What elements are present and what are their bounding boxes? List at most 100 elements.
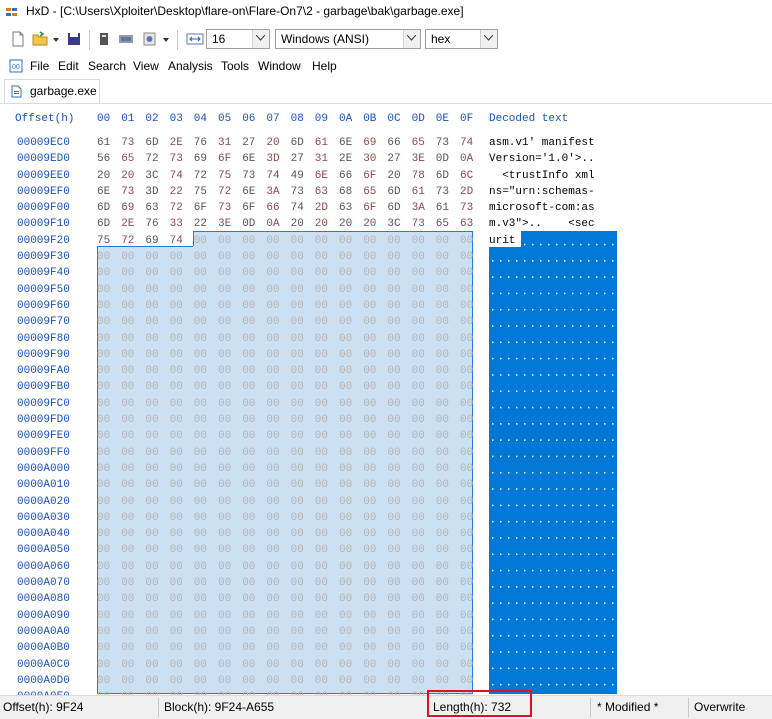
hex-byte[interactable]: 73 xyxy=(460,200,484,216)
hex-byte[interactable]: 63 xyxy=(145,200,169,216)
hex-byte[interactable]: 00 xyxy=(315,282,339,298)
hex-byte[interactable]: 00 xyxy=(218,282,242,298)
decoded-text-area[interactable]: asm.v1' manifest Version='1.0'>.. <trustI… xyxy=(489,135,614,686)
hex-byte[interactable]: 00 xyxy=(266,624,290,640)
hex-byte[interactable]: 00 xyxy=(170,640,194,656)
hex-byte[interactable]: 00 xyxy=(387,379,411,395)
hex-byte[interactable]: 00 xyxy=(97,282,121,298)
hex-byte[interactable]: 00 xyxy=(266,542,290,558)
hex-byte[interactable]: 00 xyxy=(218,526,242,542)
hex-byte[interactable]: 00 xyxy=(339,249,363,265)
hex-byte[interactable]: 00 xyxy=(387,575,411,591)
hex-byte[interactable]: 00 xyxy=(436,314,460,330)
hex-byte[interactable]: 6D xyxy=(145,135,169,151)
hex-byte[interactable]: 00 xyxy=(145,510,169,526)
hex-byte[interactable]: 00 xyxy=(291,331,315,347)
hex-byte[interactable]: 00 xyxy=(218,396,242,412)
hex-byte[interactable]: 73 xyxy=(436,184,460,200)
hex-byte[interactable]: 00 xyxy=(412,331,436,347)
hex-byte[interactable]: 00 xyxy=(339,233,363,249)
hex-byte[interactable]: 00 xyxy=(242,624,266,640)
hex-byte[interactable]: 00 xyxy=(387,624,411,640)
document-menu-icon[interactable]: 00 xyxy=(9,59,23,73)
hex-byte[interactable]: 0D xyxy=(436,151,460,167)
hex-byte[interactable]: 00 xyxy=(412,379,436,395)
hex-byte[interactable]: 00 xyxy=(387,608,411,624)
hex-byte[interactable]: 00 xyxy=(436,412,460,428)
hex-byte[interactable]: 65 xyxy=(363,184,387,200)
hex-byte[interactable]: 00 xyxy=(460,331,484,347)
hex-byte[interactable]: 00 xyxy=(242,249,266,265)
hex-byte[interactable]: 00 xyxy=(97,526,121,542)
hex-byte[interactable]: 00 xyxy=(266,265,290,281)
hex-byte[interactable]: 00 xyxy=(97,591,121,607)
hex-byte[interactable]: 00 xyxy=(315,314,339,330)
hex-byte[interactable]: 00 xyxy=(242,461,266,477)
hex-byte[interactable]: 00 xyxy=(266,510,290,526)
hex-byte[interactable]: 00 xyxy=(218,559,242,575)
hex-byte[interactable]: 00 xyxy=(194,657,218,673)
hex-byte[interactable]: 00 xyxy=(266,608,290,624)
hex-byte[interactable]: 00 xyxy=(266,363,290,379)
hex-byte[interactable]: 00 xyxy=(145,412,169,428)
hex-byte[interactable]: 72 xyxy=(194,168,218,184)
hex-byte[interactable]: 00 xyxy=(460,363,484,379)
hex-byte[interactable]: 31 xyxy=(218,135,242,151)
hex-byte[interactable]: 00 xyxy=(145,298,169,314)
hex-byte[interactable]: 00 xyxy=(121,559,145,575)
hex-byte[interactable]: 73 xyxy=(170,151,194,167)
hex-byte[interactable]: 00 xyxy=(170,265,194,281)
hex-byte[interactable]: 00 xyxy=(121,542,145,558)
hex-byte[interactable]: 00 xyxy=(363,608,387,624)
hex-byte[interactable]: 00 xyxy=(121,657,145,673)
hex-byte[interactable]: 31 xyxy=(315,151,339,167)
hex-byte[interactable]: 00 xyxy=(315,265,339,281)
hex-byte[interactable]: 00 xyxy=(436,559,460,575)
hex-byte[interactable]: 00 xyxy=(315,526,339,542)
hex-byte[interactable]: 00 xyxy=(291,396,315,412)
hex-byte[interactable]: 74 xyxy=(170,233,194,249)
hex-byte[interactable]: 00 xyxy=(291,428,315,444)
hex-byte[interactable]: 00 xyxy=(436,477,460,493)
hex-byte[interactable]: 27 xyxy=(387,151,411,167)
hex-byte[interactable]: 00 xyxy=(387,412,411,428)
hex-byte[interactable]: 00 xyxy=(218,249,242,265)
hex-byte[interactable]: 00 xyxy=(97,624,121,640)
hex-byte[interactable]: 3E xyxy=(218,216,242,232)
hex-byte[interactable]: 00 xyxy=(266,396,290,412)
hex-byte[interactable]: 00 xyxy=(436,298,460,314)
hex-byte[interactable]: 00 xyxy=(194,673,218,689)
hex-byte[interactable]: 00 xyxy=(436,396,460,412)
hex-byte[interactable]: 72 xyxy=(218,184,242,200)
hex-byte[interactable]: 00 xyxy=(412,363,436,379)
hex-byte[interactable]: 49 xyxy=(291,168,315,184)
hex-byte[interactable]: 00 xyxy=(97,265,121,281)
hex-byte[interactable]: 00 xyxy=(460,608,484,624)
hex-byte[interactable]: 00 xyxy=(97,461,121,477)
hex-byte[interactable]: 00 xyxy=(97,673,121,689)
hex-byte[interactable]: 00 xyxy=(194,608,218,624)
hex-byte[interactable]: 00 xyxy=(387,428,411,444)
hex-byte[interactable]: 00 xyxy=(266,559,290,575)
hex-byte[interactable]: 69 xyxy=(363,135,387,151)
hex-byte[interactable]: 00 xyxy=(121,624,145,640)
hex-byte[interactable]: 00 xyxy=(194,347,218,363)
hex-byte[interactable]: 00 xyxy=(412,233,436,249)
hex-byte[interactable]: 00 xyxy=(145,347,169,363)
hex-byte[interactable]: 63 xyxy=(339,200,363,216)
hex-byte[interactable]: 00 xyxy=(460,265,484,281)
hex-byte[interactable]: 00 xyxy=(412,575,436,591)
hex-byte[interactable]: 00 xyxy=(194,233,218,249)
hex-byte[interactable]: 00 xyxy=(170,542,194,558)
hex-byte[interactable]: 00 xyxy=(339,379,363,395)
hex-byte[interactable]: 74 xyxy=(170,168,194,184)
hex-byte[interactable]: 00 xyxy=(315,445,339,461)
hex-byte[interactable]: 00 xyxy=(460,428,484,444)
hex-byte[interactable]: 00 xyxy=(266,640,290,656)
hex-byte[interactable]: 00 xyxy=(339,396,363,412)
hex-byte[interactable]: 00 xyxy=(436,640,460,656)
hex-byte[interactable]: 00 xyxy=(291,249,315,265)
hex-byte[interactable]: 00 xyxy=(242,640,266,656)
hex-byte[interactable]: 00 xyxy=(460,445,484,461)
hex-byte[interactable]: 00 xyxy=(121,379,145,395)
